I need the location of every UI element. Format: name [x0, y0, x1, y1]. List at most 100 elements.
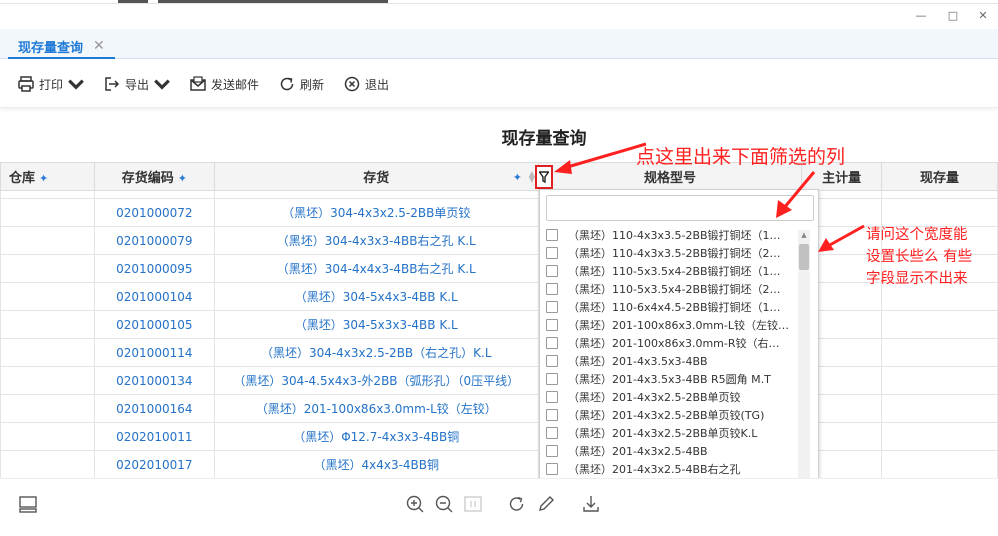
- zoom-in-icon[interactable]: [404, 493, 426, 515]
- filter-checkbox[interactable]: [546, 355, 558, 367]
- code-cell[interactable]: 0201000104: [93, 282, 215, 311]
- layout-icon[interactable]: [17, 493, 39, 515]
- stock-cell[interactable]: [881, 198, 998, 227]
- table-row[interactable]: 0201000164（黑坯）201-100x86x3.0mm-L铰（左铰）只: [0, 394, 998, 423]
- inventory-cell[interactable]: （黑坯）304-4x4x3-4BB右之孔 K.L: [213, 254, 539, 283]
- filter-checkbox[interactable]: [546, 319, 558, 331]
- warehouse-cell[interactable]: [0, 422, 95, 451]
- filter-checkbox[interactable]: [546, 265, 558, 277]
- filter-checkbox[interactable]: [546, 337, 558, 349]
- filter-checkbox[interactable]: [546, 373, 558, 385]
- column-header-warehouse[interactable]: 仓库 ✦: [0, 162, 95, 191]
- code-cell[interactable]: 0201000164: [93, 394, 215, 423]
- filter-option[interactable]: （黑坯）110-5x3.5x4-2BB锻打铜坯（2…: [540, 280, 802, 298]
- redo-icon[interactable]: [506, 493, 528, 515]
- minimize-button[interactable]: —: [914, 9, 928, 23]
- filter-scrollbar[interactable]: ▲: [798, 230, 810, 478]
- inventory-cell[interactable]: （黑坯）304-4x3x2.5-2BB（右之孔）K.L: [213, 338, 539, 367]
- filter-checkbox[interactable]: [546, 391, 558, 403]
- sort-icon[interactable]: ▲ ▼: [529, 170, 535, 184]
- filter-checkbox[interactable]: [546, 283, 558, 295]
- table-row[interactable]: 0201000114（黑坯）304-4x3x2.5-2BB（右之孔）K.L只: [0, 338, 998, 367]
- filter-option[interactable]: （黑坯）110-4x3x3.5-2BB锻打铜坯（2…: [540, 244, 802, 262]
- inventory-cell[interactable]: （黑坯）304-5x3x3-4BB K.L: [213, 310, 539, 339]
- stock-cell[interactable]: [881, 366, 998, 395]
- filter-option[interactable]: （黑坯）110-6x4x4.5-2BB锻打铜坯（1…: [540, 298, 802, 316]
- warehouse-cell[interactable]: [0, 310, 95, 339]
- code-cell[interactable]: 0201000114: [93, 338, 215, 367]
- table-row[interactable]: 0201000104（黑坯）304-5x4x3-4BB K.L只: [0, 282, 998, 311]
- table-row[interactable]: 0202010011（黑坯）Φ12.7-4x3x3-4BB铜只: [0, 422, 998, 451]
- code-cell[interactable]: 0202010017: [93, 450, 215, 478]
- filter-checkbox[interactable]: [546, 427, 558, 439]
- code-cell[interactable]: 0201000105: [93, 310, 215, 339]
- warehouse-cell[interactable]: [0, 282, 95, 311]
- inventory-cell[interactable]: （黑坯）304-4.5x4x3-外2BB（弧形孔）（0压平线）: [213, 366, 539, 395]
- pin-icon[interactable]: ✦: [513, 171, 522, 184]
- tab-stock-query[interactable]: 现存量查询 ✕: [8, 35, 115, 59]
- filter-checkbox[interactable]: [546, 229, 558, 241]
- column-header-code[interactable]: 存货编码 ✦: [93, 162, 215, 191]
- filter-option[interactable]: （黑坯）201-4x3x2.5-4BB右之孔: [540, 460, 802, 478]
- filter-option[interactable]: （黑坯）201-4x3x2.5-2BB单页铰: [540, 388, 802, 406]
- warehouse-cell[interactable]: [0, 226, 95, 255]
- filter-checkbox[interactable]: [546, 247, 558, 259]
- inventory-cell[interactable]: （黑坯）Φ12.7-4x3x3-4BB铜: [213, 422, 539, 451]
- scroll-up-icon[interactable]: ▲: [798, 230, 810, 240]
- inventory-cell[interactable]: （黑坯）4x4x3-4BB铜: [213, 450, 539, 478]
- filter-option[interactable]: （黑坯）201-4x3x2.5-2BB单页铰(TG): [540, 406, 802, 424]
- warehouse-cell[interactable]: [0, 394, 95, 423]
- inventory-cell[interactable]: （黑坯）304-4x3x3-4BB右之孔 K.L: [213, 226, 539, 255]
- warehouse-cell[interactable]: [0, 366, 95, 395]
- code-cell[interactable]: 0201000095: [93, 254, 215, 283]
- inventory-cell[interactable]: （黑坯）201-100x86x3.0mm-L铰（左铰）: [213, 394, 539, 423]
- pin-icon[interactable]: ✦: [178, 172, 187, 185]
- warehouse-cell[interactable]: [0, 198, 95, 227]
- stock-cell[interactable]: [881, 394, 998, 423]
- code-cell[interactable]: 0201000134: [93, 366, 215, 395]
- code-cell[interactable]: 0202010011: [93, 422, 215, 451]
- filter-option[interactable]: （黑坯）201-4x3x2.5-2BB单页铰K.L: [540, 424, 802, 442]
- filter-checkbox[interactable]: [546, 445, 558, 457]
- maximize-button[interactable]: □: [946, 9, 960, 23]
- filter-option[interactable]: （黑坯）201-100x86x3.0mm-R铰（右…: [540, 334, 802, 352]
- filter-option[interactable]: （黑坯）201-4x3.5x3-4BB: [540, 352, 802, 370]
- scroll-thumb[interactable]: [799, 244, 809, 270]
- filter-option[interactable]: （黑坯）201-4x3x2.5-4BB: [540, 442, 802, 460]
- refresh-button[interactable]: 刷新: [278, 74, 324, 94]
- warehouse-cell[interactable]: [0, 254, 95, 283]
- warehouse-cell[interactable]: [0, 450, 95, 478]
- table-row[interactable]: 0202010017（黑坯）4x4x3-4BB铜只: [0, 450, 998, 478]
- print-button[interactable]: 打印: [17, 74, 85, 94]
- table-row[interactable]: 0201000134 （黑坯）304-4.5x4x3-外2BB（弧形孔）（0压平线…: [0, 366, 998, 395]
- table-row[interactable]: 0201000095（黑坯）304-4x4x3-4BB右之孔 K.L只: [0, 254, 998, 283]
- close-window-button[interactable]: ✕: [976, 9, 990, 23]
- filter-checkbox[interactable]: [546, 301, 558, 313]
- send-mail-button[interactable]: 发送邮件: [189, 74, 259, 94]
- filter-option[interactable]: （黑坯）110-5x3.5x4-2BB锻打铜坯（1…: [540, 262, 802, 280]
- table-row[interactable]: 0201000105（黑坯）304-5x3x3-4BB K.L只: [0, 310, 998, 339]
- inventory-cell[interactable]: （黑坯）304-5x4x3-4BB K.L: [213, 282, 539, 311]
- exit-button[interactable]: 退出: [343, 74, 389, 94]
- stock-cell[interactable]: [881, 310, 998, 339]
- filter-option[interactable]: （黑坯）201-4x3.5x3-4BB R5圆角 M.T: [540, 370, 802, 388]
- code-cell[interactable]: 0201000079: [93, 226, 215, 255]
- stock-cell[interactable]: [881, 422, 998, 451]
- filter-option[interactable]: （黑坯）201-100x86x3.0mm-L铰（左铰…: [540, 316, 802, 334]
- filter-option[interactable]: （黑坯）110-4x3x3.5-2BB锻打铜坯（1…: [540, 226, 802, 244]
- stock-cell[interactable]: [881, 338, 998, 367]
- download-icon[interactable]: [580, 493, 602, 515]
- edit-icon[interactable]: [535, 493, 557, 515]
- stock-cell[interactable]: [881, 450, 998, 478]
- code-cell[interactable]: 0201000072: [93, 198, 215, 227]
- zoom-out-icon[interactable]: [433, 493, 455, 515]
- warehouse-cell[interactable]: [0, 338, 95, 367]
- tab-close-icon[interactable]: ✕: [93, 38, 105, 54]
- export-button[interactable]: 导出: [103, 74, 171, 94]
- filter-checkbox[interactable]: [546, 409, 558, 421]
- filter-checkbox[interactable]: [546, 463, 558, 475]
- pin-icon[interactable]: ✦: [39, 172, 48, 185]
- inventory-cell[interactable]: （黑坯）304-4x3x2.5-2BB单页铰: [213, 198, 539, 227]
- column-header-inventory[interactable]: 存货 ✦ ▲ ▼: [213, 162, 539, 191]
- column-header-stock[interactable]: 现存量: [881, 162, 998, 191]
